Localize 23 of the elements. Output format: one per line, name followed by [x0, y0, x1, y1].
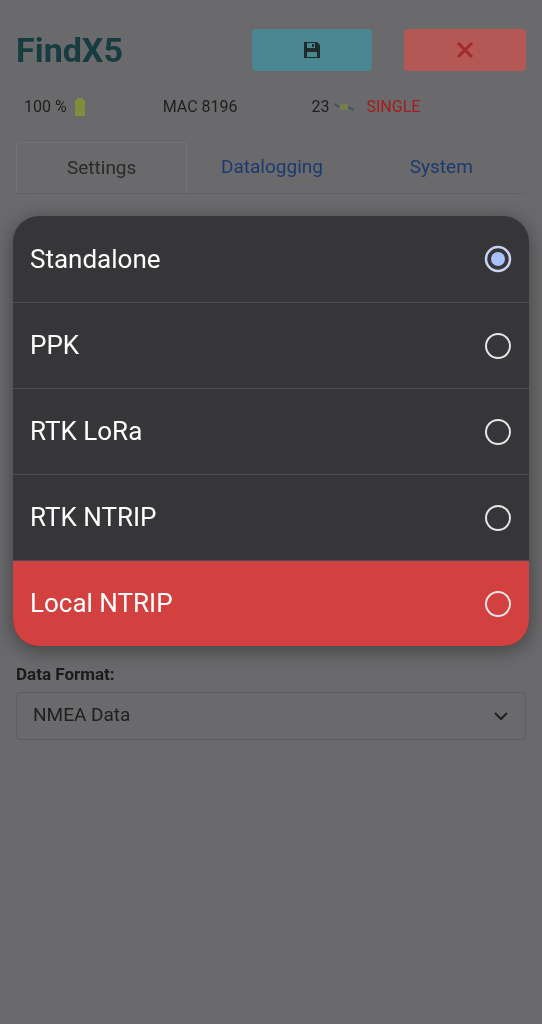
- tab[interactable]: Settings: [16, 142, 188, 193]
- radio-unselected[interactable]: [484, 503, 512, 532]
- menu-option[interactable]: RTK LoRa: [13, 388, 529, 474]
- satellite-count: 23: [311, 96, 330, 118]
- mac-text: MAC 8196: [162, 96, 238, 118]
- close-icon: [455, 40, 475, 60]
- app-title: FindX5: [16, 28, 124, 72]
- radio-unselected[interactable]: [484, 331, 512, 360]
- radio-unselected[interactable]: [484, 417, 512, 446]
- save-button[interactable]: [252, 29, 372, 71]
- fix-status: SINGLE: [366, 96, 421, 118]
- menu-option[interactable]: Local NTRIP: [13, 560, 529, 646]
- battery-text: 100 %: [24, 96, 67, 118]
- save-icon: [303, 41, 321, 59]
- menu-option[interactable]: PPK: [13, 302, 529, 388]
- radio-unselected[interactable]: [484, 589, 512, 618]
- satellite-icon: [334, 101, 355, 113]
- data-format-select[interactable]: NMEA Data: [16, 691, 526, 740]
- menu-option[interactable]: Standalone: [13, 216, 529, 302]
- battery-icon: [74, 98, 85, 116]
- radio-selected[interactable]: [484, 245, 512, 273]
- chevron-down-icon: [493, 710, 509, 721]
- field-label: Data Format:: [16, 663, 116, 686]
